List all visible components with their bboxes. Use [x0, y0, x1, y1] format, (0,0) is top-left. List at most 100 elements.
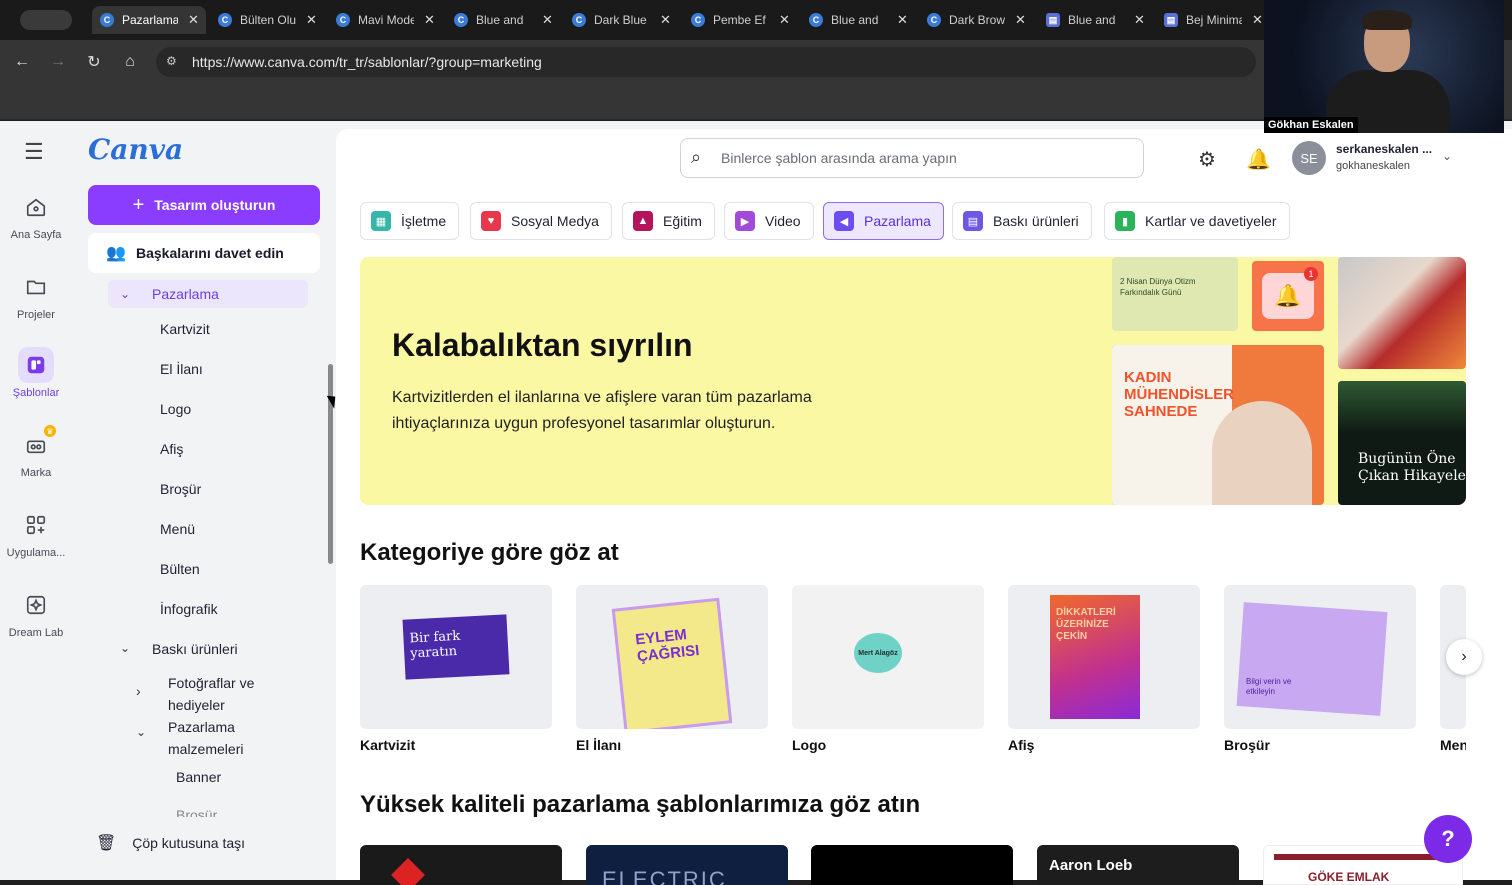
template-card[interactable]: ELECTRIC [586, 845, 788, 885]
tree-item-photos[interactable]: Fotoğraflar ve hediyeler [168, 672, 288, 716]
apps-icon [18, 507, 54, 543]
hero-tile-bags[interactable] [1338, 257, 1466, 369]
rail-item-projects[interactable]: Projeler [0, 269, 72, 321]
chip-education[interactable]: ▲ Eğitim [622, 202, 715, 240]
tree-item-business-card[interactable]: Kartvizit [160, 321, 210, 337]
close-tab-icon[interactable]: ✕ [779, 12, 790, 28]
hero-tile-autism[interactable]: 2 Nisan Dünya Otizm Farkındalık Günü [1112, 257, 1238, 331]
browser-tab[interactable]: ▤ Bej Minimal ✕ [1156, 6, 1270, 34]
close-tab-icon[interactable]: ✕ [188, 12, 199, 28]
rail-label: Projeler [17, 309, 55, 321]
browser-tab[interactable]: C Dark Blue ✕ [564, 6, 678, 34]
tree-item-menu[interactable]: Menü [160, 521, 195, 537]
tree-item-materials[interactable]: Pazarlama malzemeleri [168, 716, 288, 760]
chip-cards[interactable]: ▮ Kartlar ve davetiyeler [1104, 202, 1290, 240]
window-controls[interactable] [20, 10, 72, 30]
browser-tab[interactable]: C Dark Brown ✕ [919, 6, 1033, 34]
chip-social-media[interactable]: ♥ Sosyal Medya [470, 202, 612, 240]
site-settings-icon[interactable]: ⚙ [166, 54, 182, 70]
category-label: Broşür [1224, 737, 1270, 753]
home-icon[interactable]: ⌂ [118, 50, 142, 74]
chip-marketing[interactable]: ◀ Pazarlama [823, 202, 944, 240]
browser-tab[interactable]: C Blue and ✕ [446, 6, 560, 34]
forward-icon[interactable]: → [46, 50, 70, 74]
chevron-down-icon[interactable]: ⌄ [136, 725, 146, 739]
close-tab-icon[interactable]: ✕ [1015, 12, 1026, 28]
url-text: https://www.canva.com/tr_tr/sablonlar/?g… [192, 54, 542, 70]
rail-item-home[interactable]: Ana Sayfa [0, 189, 72, 241]
bell-icon: 🔔 [1262, 273, 1314, 319]
rail-item-dream-lab[interactable]: Dream Lab [0, 587, 72, 639]
close-tab-icon[interactable]: ✕ [306, 12, 317, 28]
tree-item-flyer[interactable]: El İlanı [160, 361, 203, 377]
close-tab-icon[interactable]: ✕ [424, 12, 435, 28]
close-tab-icon[interactable]: ✕ [1252, 12, 1263, 28]
person-hair [1362, 10, 1412, 30]
tree-item-brochure[interactable]: Broşür [160, 481, 201, 497]
browser-tab[interactable]: ▤ Blue and ✕ [1038, 6, 1152, 34]
chevron-right-icon[interactable]: › [136, 683, 141, 699]
chip-business[interactable]: ▦ İşletme [360, 202, 460, 240]
invite-button[interactable]: 👥 Başkalarını davet edin [88, 233, 320, 273]
help-button[interactable]: ? [1424, 815, 1472, 863]
hero-tile-notification[interactable]: 🔔 1 [1252, 261, 1324, 331]
chip-video[interactable]: ▶ Video [724, 202, 814, 240]
bell-icon[interactable]: 🔔 [1246, 147, 1271, 172]
chevron-down-icon[interactable]: ⌄ [1442, 149, 1452, 163]
address-bar[interactable]: ⚙ https://www.canva.com/tr_tr/sablonlar/… [156, 47, 1256, 77]
rail-item-brand[interactable]: ♛ Marka [0, 425, 72, 479]
hero-text: Kartvizitlerden el ilanlarına ve afişler… [392, 389, 812, 432]
tree-item-newsletter[interactable]: Bülten [160, 561, 200, 577]
tree-item-poster[interactable]: Afiş [160, 441, 183, 457]
browser-tab[interactable]: C Bülten Oluştur ✕ [210, 6, 324, 34]
templates-icon [18, 347, 54, 383]
tree-item-partial[interactable]: Broşür [176, 807, 217, 817]
chevron-right-icon[interactable]: › [1446, 639, 1482, 675]
chip-label: Eğitim [663, 213, 702, 229]
tile-text: Çıkan Hikayeler [1358, 468, 1466, 484]
category-poster[interactable]: DİKKATLERİ ÜZERİNİZE ÇEKİN Afiş [1008, 585, 1200, 753]
template-card[interactable]: Aaron Loeb [1037, 845, 1239, 885]
tree-item-logo[interactable]: Logo [160, 401, 191, 417]
canva-favicon: C [809, 13, 823, 27]
tree-item-banner[interactable]: Banner [176, 769, 221, 785]
settings-icon[interactable]: ⚙ [1198, 147, 1216, 172]
crown-icon: ♛ [44, 425, 56, 437]
category-brochure[interactable]: Bilgi verin ve etkileyin Broşür [1224, 585, 1416, 753]
avatar[interactable]: SE [1292, 141, 1326, 175]
reload-icon[interactable]: ↻ [82, 50, 106, 74]
close-tab-icon[interactable]: ✕ [897, 12, 908, 28]
browser-tab[interactable]: C Pembe Ef ✕ [683, 6, 797, 34]
canva-logo[interactable]: Canva [88, 133, 183, 166]
rail-item-apps[interactable]: Uygulama... [0, 507, 72, 559]
category-flyer[interactable]: EYLEM ÇAĞRISI El İlanı [576, 585, 768, 753]
tree-item-marketing[interactable]: ⌄ Pazarlama [108, 280, 308, 308]
user-name[interactable]: serkaneskalen ... [1336, 142, 1432, 156]
chevron-down-icon[interactable]: ⌄ [120, 641, 130, 655]
browser-tab[interactable]: C Pazarlama ✕ [92, 6, 206, 34]
template-card[interactable] [811, 845, 1013, 885]
tree-item-infographic[interactable]: İnfografik [160, 601, 218, 617]
create-design-button[interactable]: + Tasarım oluşturun [88, 185, 320, 225]
hamburger-icon[interactable]: ☰ [24, 139, 44, 165]
hero-tile-women-engineers[interactable]: KADIN MÜHENDİSLER SAHNEDE [1112, 345, 1324, 505]
hero-tile-stories[interactable]: Bugünün Öne Çıkan Hikayeler [1338, 381, 1466, 505]
chip-print[interactable]: ▤ Baskı ürünleri [952, 202, 1092, 240]
browser-tab[interactable]: C Mavi Modern ✕ [328, 6, 442, 34]
close-tab-icon[interactable]: ✕ [542, 12, 553, 28]
trash-button[interactable]: 🗑 Çöp kutusuna taşı [96, 833, 245, 853]
canva-favicon: C [927, 13, 941, 27]
tile-text: Farkındalık Günü [1120, 288, 1182, 297]
tree-item-print[interactable]: Baskı ürünleri [152, 641, 238, 657]
tree-label: Pazarlama [152, 286, 219, 302]
template-search-input[interactable]: ⌕ Binlerce şablon arasında arama yapın [680, 138, 1144, 178]
template-card[interactable] [360, 845, 562, 885]
close-tab-icon[interactable]: ✕ [1134, 12, 1145, 28]
canva-app: ☰ Ana Sayfa Projeler Şablonlar ♛ Marka U… [0, 121, 1512, 885]
category-business-card[interactable]: Bir fark yaratın Kartvizit [360, 585, 552, 753]
back-icon[interactable]: ← [10, 50, 34, 74]
browser-tab[interactable]: C Blue and ✕ [801, 6, 915, 34]
close-tab-icon[interactable]: ✕ [660, 12, 671, 28]
rail-item-templates[interactable]: Şablonlar [0, 347, 72, 399]
category-logo[interactable]: Mert Alagöz Logo [792, 585, 984, 753]
